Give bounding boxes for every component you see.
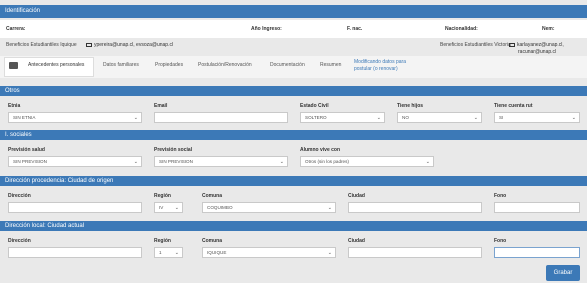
tab-resumen[interactable]: Resumen <box>320 62 341 68</box>
prevision-social-value: SIN PREVISION <box>159 159 193 164</box>
tab-propiedades[interactable]: Propiedades <box>155 62 183 68</box>
alumno-vive-value: Otros (sin los padres) <box>305 159 349 164</box>
nacionalidad-label: Nacionalidad: <box>445 26 478 32</box>
chevron-down-icon: ⌄ <box>174 205 179 211</box>
envelope-icon <box>86 42 92 47</box>
otros-header: Otros <box>0 86 587 96</box>
chevron-down-icon: ⌄ <box>571 115 576 121</box>
procedencia-region-value: IV <box>159 205 164 210</box>
prevision-social-select[interactable]: SIN PREVISION ⌄ <box>154 156 288 167</box>
tab-antecedentes-personales[interactable]: Antecedentes personales <box>28 62 84 68</box>
local-region-select[interactable]: 1 ⌄ <box>154 247 183 258</box>
chevron-down-icon: ⌄ <box>327 250 332 256</box>
local-comuna-value: IQUIQUE <box>207 250 227 255</box>
sociales-title: I. sociales <box>5 132 32 138</box>
local-region-value: 1 <box>159 250 162 255</box>
prevision-salud-label: Previsión salud <box>8 147 45 153</box>
tiene-hijos-label: Tiene hijos <box>397 103 424 109</box>
beneficios-iquique-label: Beneficios Estudiantiles Iquique <box>6 42 77 48</box>
carrera-label: Carrera: <box>6 26 26 32</box>
chevron-down-icon: ⌄ <box>473 115 478 121</box>
email-label: Email <box>154 103 168 109</box>
email-input[interactable] <box>154 112 288 123</box>
local-fono-input[interactable] <box>494 247 580 258</box>
beneficios-victoria-label: Beneficios Estudiantiles Victoria <box>440 42 511 48</box>
procedencia-fono-input[interactable] <box>494 202 580 213</box>
estado-civil-label: Estado Civil <box>300 103 329 109</box>
tab-postulacion-renovacion[interactable]: Postulación/Renovación <box>198 62 252 68</box>
anio-ingreso-label: Año Ingreso: <box>251 26 282 32</box>
f-nac-label: F. nac. <box>347 26 363 32</box>
briefcase-icon <box>9 62 18 69</box>
local-header: Dirección local: Ciudad actual <box>0 221 587 231</box>
procedencia-header: Dirección procedencia: Ciudad de origen <box>0 176 587 186</box>
sociales-header: I. sociales <box>0 130 587 140</box>
tiene-rut-label: Tiene cuenta rut <box>494 103 533 109</box>
alumno-vive-select[interactable]: Otros (sin los padres) ⌄ <box>300 156 434 167</box>
iquique-email[interactable]: ypereira@unap.cl, evsoza@unap.cl <box>86 42 173 48</box>
victoria-email[interactable]: karlayanez@unap.cl, <box>509 42 564 48</box>
tiene-rut-value: SI <box>499 115 504 120</box>
prevision-social-label: Previsión social <box>154 147 193 153</box>
procedencia-region-select[interactable]: IV ⌄ <box>154 202 183 213</box>
victoria-email-text-1: karlayanez@unap.cl, <box>517 42 564 48</box>
tiene-hijos-value: NO <box>402 115 409 120</box>
chevron-down-icon: ⌄ <box>174 250 179 256</box>
tab-datos-familiares[interactable]: Datos familiares <box>103 62 139 68</box>
etnia-label: Etnia <box>8 103 21 109</box>
tiene-rut-select[interactable]: SI ⌄ <box>494 112 580 123</box>
chevron-down-icon: ⌄ <box>327 205 332 211</box>
local-direccion-input[interactable] <box>8 247 142 258</box>
procedencia-ciudad-label: Ciudad <box>348 193 365 199</box>
local-ciudad-label: Ciudad <box>348 238 365 244</box>
chevron-down-icon: ⌄ <box>133 115 138 121</box>
local-ciudad-input[interactable] <box>348 247 482 258</box>
otros-title: Otros <box>5 88 20 94</box>
local-title: Dirección local: Ciudad actual <box>5 223 85 229</box>
procedencia-title: Dirección procedencia: Ciudad de origen <box>5 178 114 184</box>
local-comuna-label: Comuna <box>202 238 222 244</box>
local-comuna-select[interactable]: IQUIQUE ⌄ <box>202 247 336 258</box>
estado-civil-value: SOLTERO <box>305 115 327 120</box>
chevron-down-icon: ⌄ <box>425 159 430 165</box>
iquique-email-text: ypereira@unap.cl, evsoza@unap.cl <box>94 42 174 48</box>
envelope-icon <box>509 42 515 47</box>
alumno-vive-label: Alumno vive con <box>300 147 341 153</box>
ident-row <box>0 20 587 38</box>
procedencia-comuna-value: COQUIMBO <box>207 205 233 210</box>
grabar-button[interactable]: Grabar <box>546 265 580 281</box>
procedencia-direccion-label: Dirección <box>8 193 31 199</box>
local-region-label: Región <box>154 238 171 244</box>
etnia-value: SIN ETNIA <box>13 115 36 120</box>
chevron-down-icon: ⌄ <box>376 115 381 121</box>
estado-civil-select[interactable]: SOLTERO ⌄ <box>300 112 385 123</box>
procedencia-direccion-input[interactable] <box>8 202 142 213</box>
identificacion-title: Identificación <box>5 8 41 14</box>
prevision-salud-select[interactable]: SIN PREVISION ⌄ <box>8 156 142 167</box>
prevision-salud-value: SIN PREVISION <box>13 159 47 164</box>
procedencia-fono-label: Fono <box>494 193 507 199</box>
procedencia-ciudad-input[interactable] <box>348 202 482 213</box>
victoria-email-text-2: racunar@unap.cl <box>518 49 557 55</box>
chevron-down-icon: ⌄ <box>133 159 138 165</box>
procedencia-comuna-select[interactable]: COQUIMBO ⌄ <box>202 202 336 213</box>
procedencia-comuna-label: Comuna <box>202 193 222 199</box>
procedencia-region-label: Región <box>154 193 171 199</box>
nem-label: Nem: <box>542 26 555 32</box>
tiene-hijos-select[interactable]: NO ⌄ <box>397 112 482 123</box>
local-direccion-label: Dirección <box>8 238 31 244</box>
local-fono-label: Fono <box>494 238 507 244</box>
chevron-down-icon: ⌄ <box>279 159 284 165</box>
tab-documentacion[interactable]: Documentación <box>270 62 305 68</box>
etnia-select[interactable]: SIN ETNIA ⌄ <box>8 112 142 123</box>
identificacion-header: Identificación <box>0 5 587 18</box>
tab-modificando-line-2[interactable]: postular (o renovar) <box>354 66 398 72</box>
tab-modificando-line-1[interactable]: Modificando datos para <box>354 59 406 65</box>
